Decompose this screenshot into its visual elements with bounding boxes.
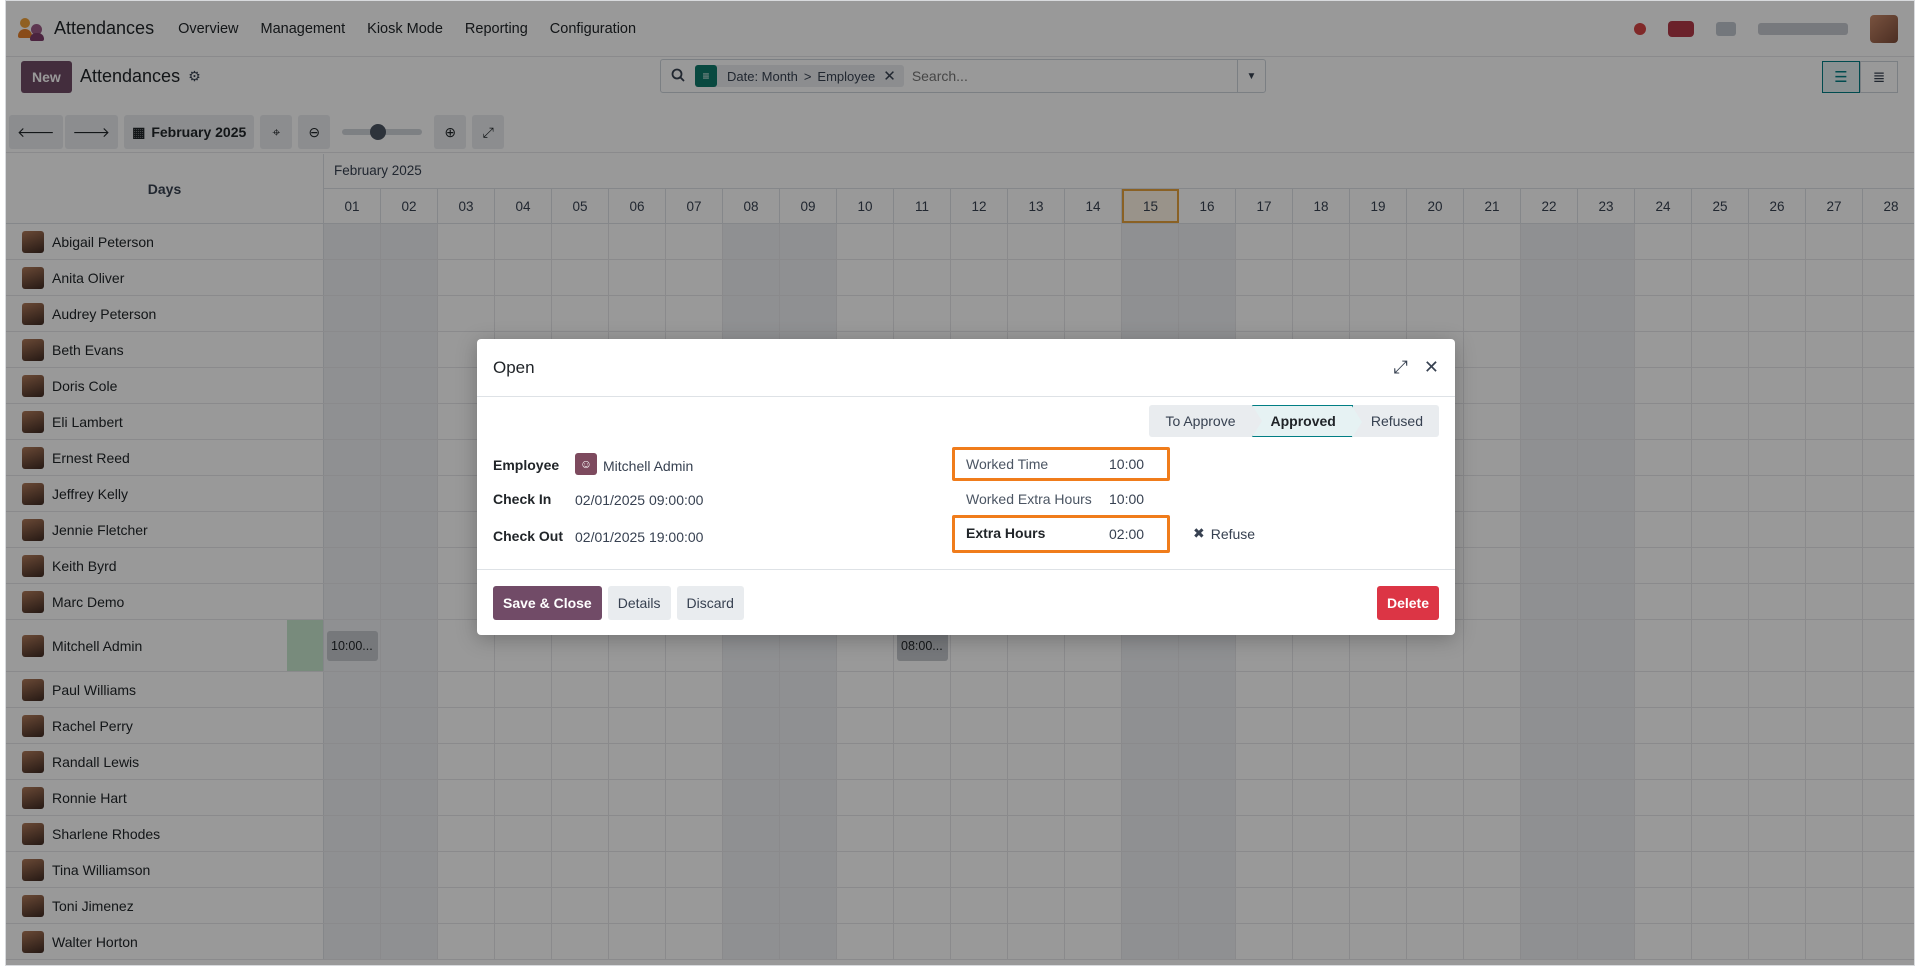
check-out-field[interactable]: 02/01/2025 19:00:00 xyxy=(575,529,703,545)
check-out-label: Check Out xyxy=(493,528,564,544)
discard-button[interactable]: Discard xyxy=(676,585,744,620)
extra-hours-label: Extra Hours xyxy=(966,525,1046,541)
dialog-title: Open xyxy=(493,357,535,377)
stage-refused[interactable]: Refused xyxy=(1352,405,1439,437)
stage-to-approve[interactable]: To Approve xyxy=(1149,405,1262,437)
delete-button[interactable]: Delete xyxy=(1376,585,1439,620)
save-close-button[interactable]: Save & Close xyxy=(493,585,602,620)
attendance-dialog: Open ⤢ ✕ To Approve Approved Refused Emp… xyxy=(477,339,1455,635)
worked-time-value: 10:00 xyxy=(1109,456,1145,472)
status-bar: To Approve Approved Refused xyxy=(1149,405,1439,438)
extra-hours-field[interactable]: 02:00 xyxy=(1109,526,1144,542)
worked-extra-hours-value: 10:00 xyxy=(1109,491,1145,507)
dialog-body: To Approve Approved Refused Employee ☺ M… xyxy=(477,397,1455,569)
dialog-header: Open ⤢ ✕ xyxy=(477,339,1455,397)
refuse-label: Refuse xyxy=(1210,525,1256,542)
dialog-footer: Save & Close Details Discard Delete xyxy=(477,569,1455,635)
details-button[interactable]: Details xyxy=(607,585,671,620)
employee-avatar: ☺ xyxy=(575,453,597,475)
employee-field[interactable]: Mitchell Admin xyxy=(603,458,693,474)
employee-label: Employee xyxy=(493,457,560,473)
check-in-label: Check In xyxy=(493,491,552,507)
close-icon[interactable]: ✕ xyxy=(1424,357,1439,378)
worked-extra-hours-label: Worked Extra Hours xyxy=(966,491,1092,507)
refuse-button[interactable]: ✖ Refuse xyxy=(1193,525,1255,542)
stage-approved[interactable]: Approved xyxy=(1251,405,1362,438)
app-frame: Attendances Overview Management Kiosk Mo… xyxy=(5,0,1915,966)
close-icon: ✖ xyxy=(1193,525,1205,541)
worked-time-label: Worked Time xyxy=(966,456,1049,472)
check-in-field[interactable]: 02/01/2025 09:00:00 xyxy=(575,492,703,508)
expand-icon[interactable]: ⤢ xyxy=(1394,357,1408,378)
